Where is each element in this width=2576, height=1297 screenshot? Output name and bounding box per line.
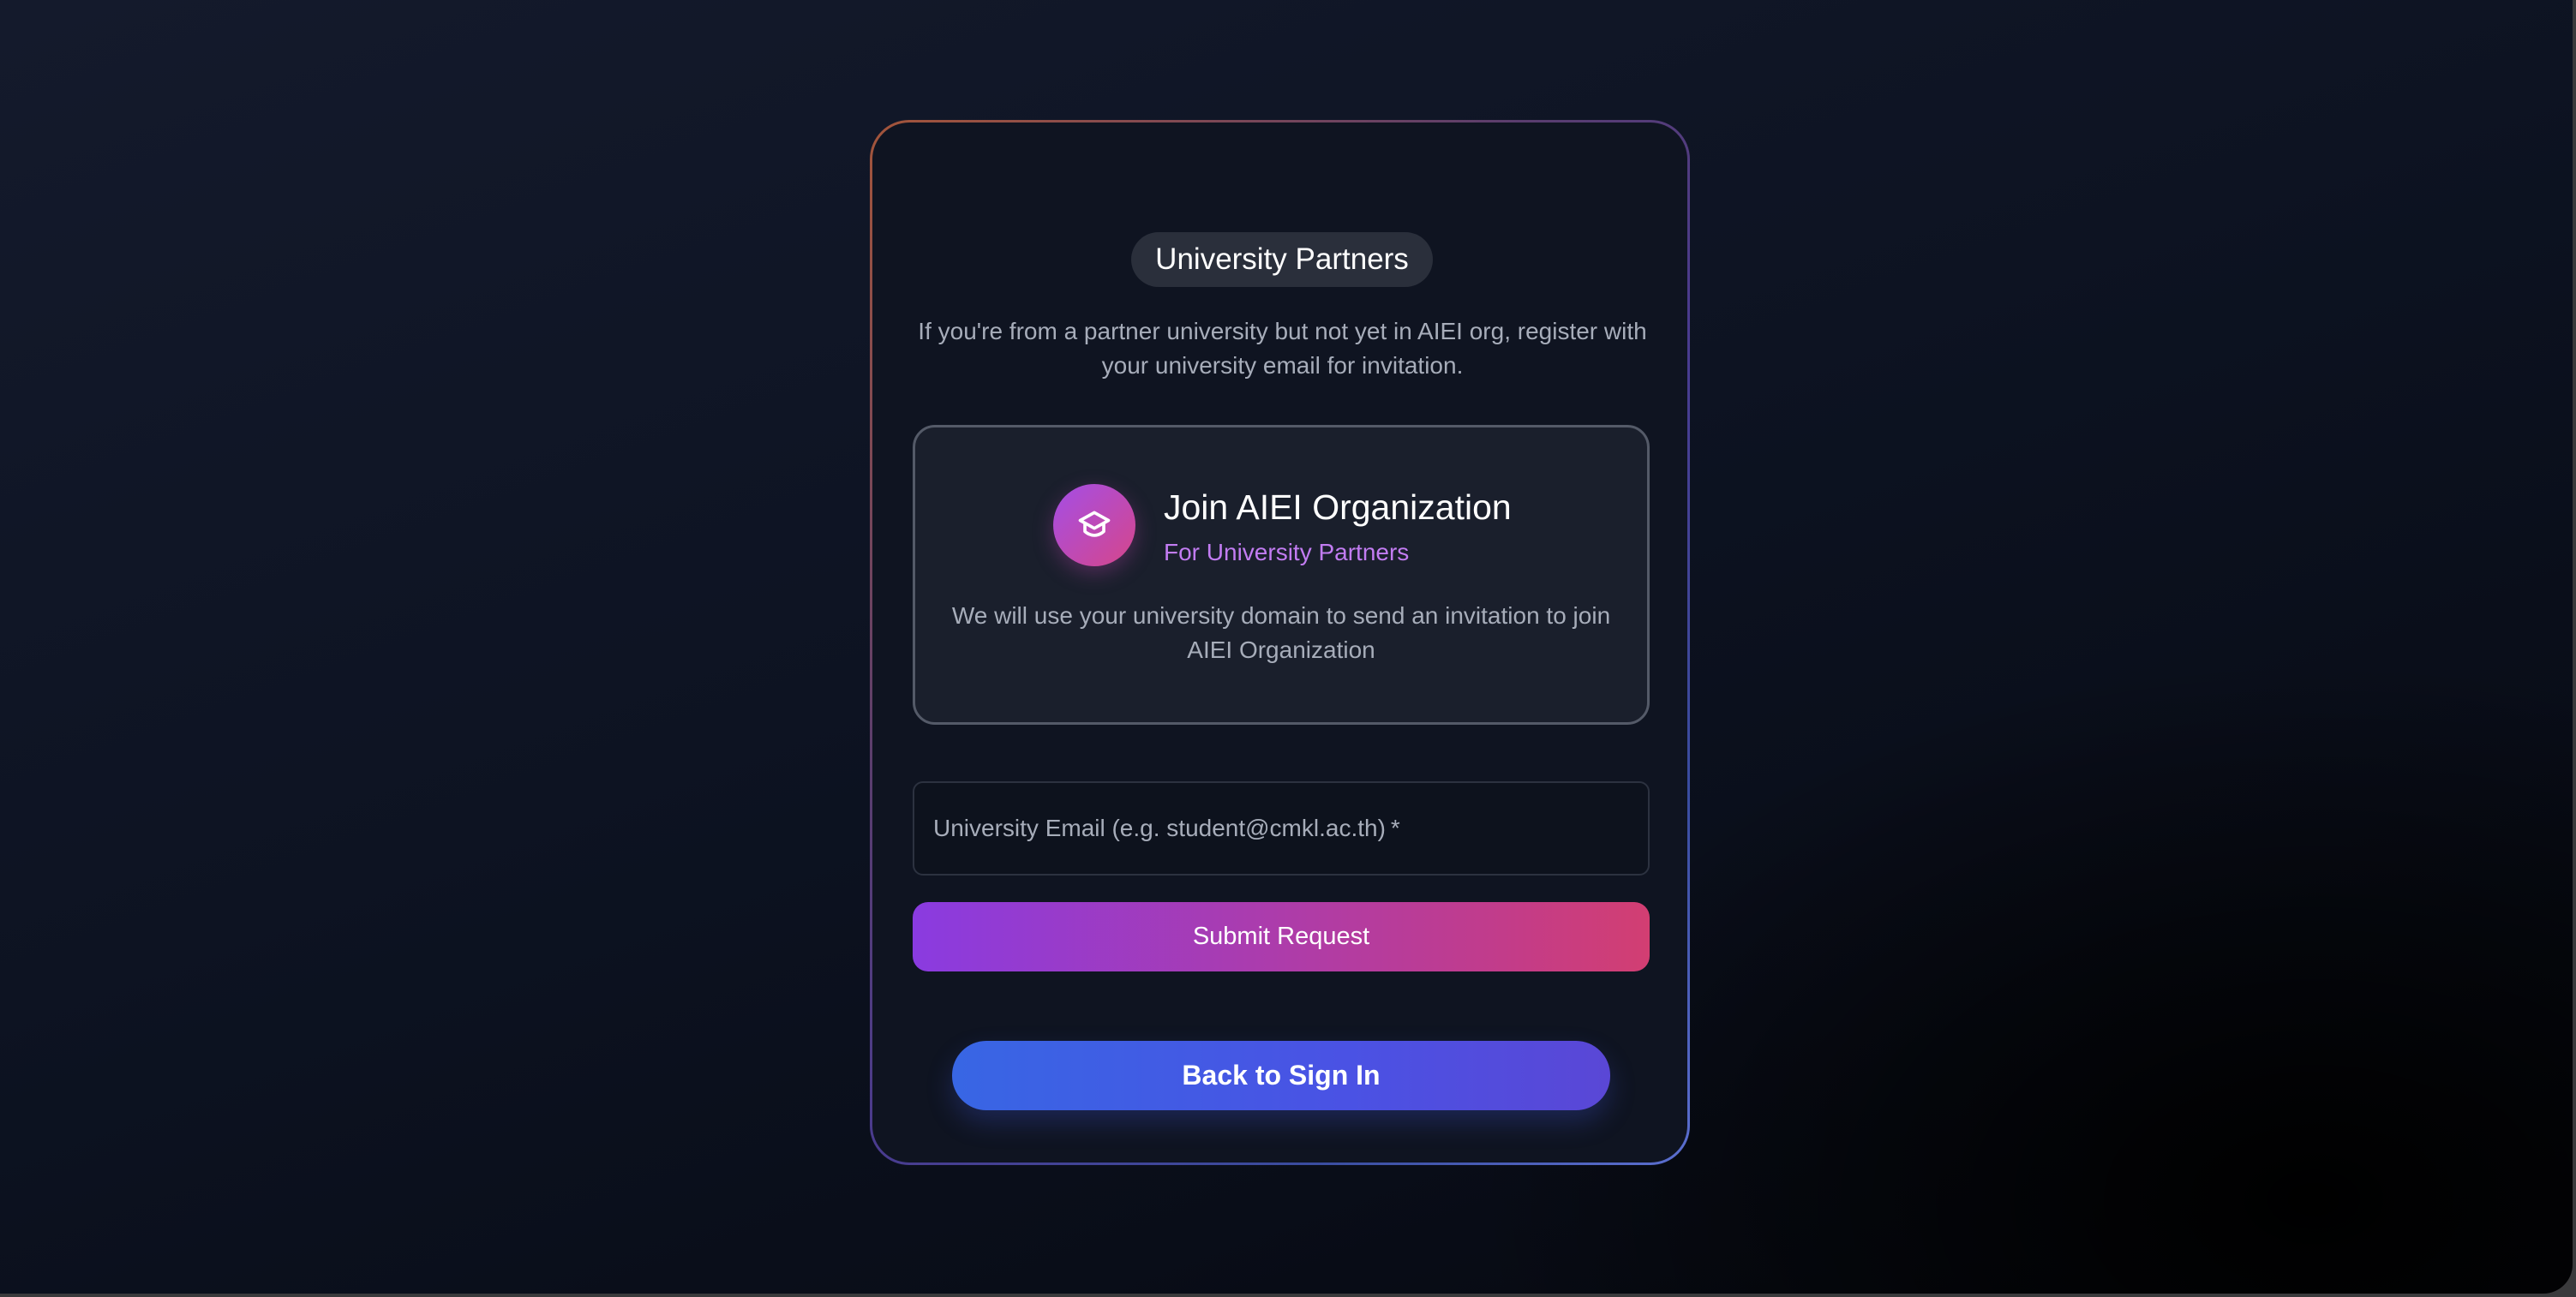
graduation-cap-icon (1053, 484, 1135, 566)
join-info-box: Join AIEI Organization For University Pa… (913, 425, 1650, 725)
partner-card: University Partners If you're from a par… (872, 123, 1687, 1163)
section-pill-label: University Partners (1155, 242, 1409, 276)
join-title: Join AIEI Organization (1164, 487, 1512, 527)
partner-card-frame: University Partners If you're from a par… (870, 120, 1690, 1165)
university-email-field[interactable]: University Email (e.g. student@cmkl.ac.t… (913, 781, 1650, 876)
back-to-sign-in-button[interactable]: Back to Sign In (952, 1041, 1610, 1110)
back-to-sign-in-label: Back to Sign In (1182, 1060, 1381, 1091)
app-window: University Partners If you're from a par… (0, 0, 2573, 1294)
section-pill: University Partners (1131, 232, 1433, 287)
email-field-label: University Email (e.g. student@cmkl.ac.t… (933, 815, 1386, 841)
required-marker: * (1390, 815, 1400, 841)
submit-request-button[interactable]: Submit Request (913, 902, 1650, 971)
join-description: We will use your university domain to se… (951, 602, 1611, 663)
intro-text: If you're from a partner university but … (918, 318, 1647, 379)
submit-request-label: Submit Request (1192, 923, 1370, 950)
join-subtitle: For University Partners (1164, 539, 1410, 565)
